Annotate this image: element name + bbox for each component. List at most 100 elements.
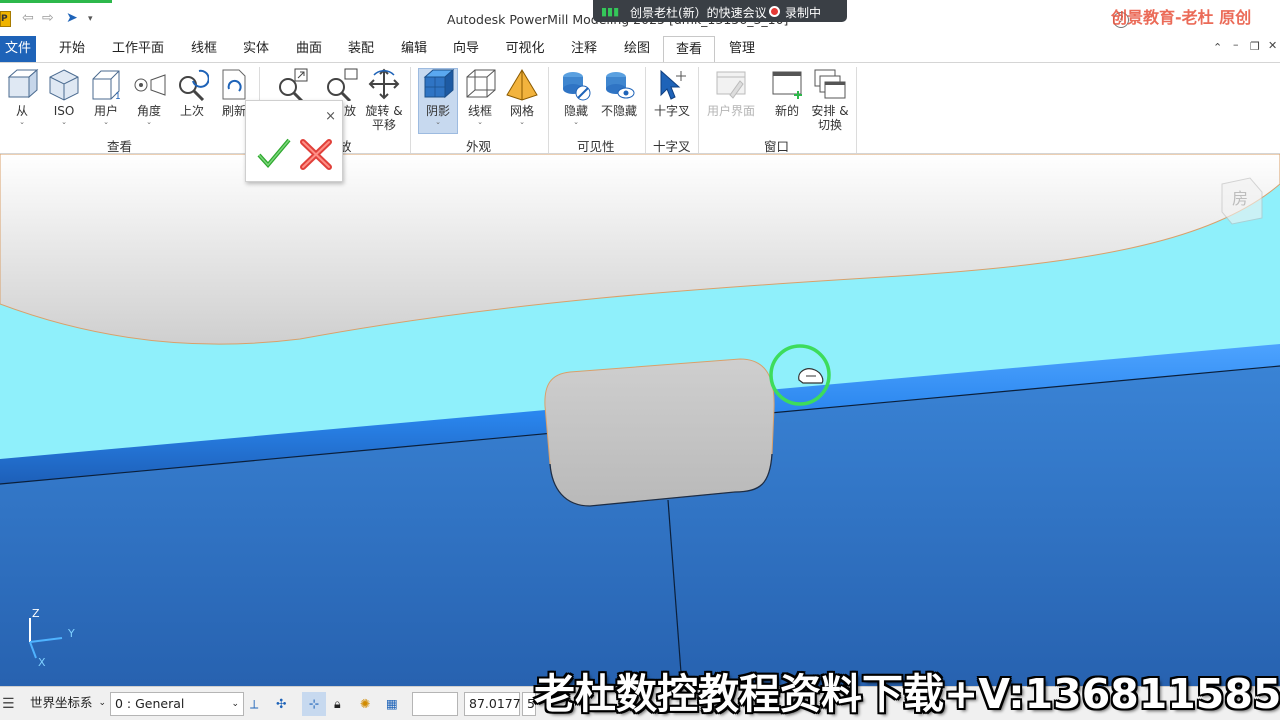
axis-toggle-icon[interactable]: ⊹ — [302, 692, 326, 716]
graphics-viewport[interactable]: 房 Z Y X — [0, 154, 1280, 686]
tab-drawing[interactable]: 绘图 — [619, 36, 655, 62]
mesh-pyramid-icon — [506, 69, 538, 101]
shaded-cube-icon — [423, 68, 455, 99]
meeting-bar[interactable]: ▮▮▮ 创景老杜(新）的快速会议 录制中 — [593, 0, 847, 22]
ribbon-tabs: 文件 开始 工作平面 线框 实体 曲面 装配 编辑 向导 可视化 注释 绘图 查… — [0, 36, 1280, 63]
status-menu-icon[interactable]: ☰ — [2, 692, 22, 716]
separator — [856, 67, 857, 153]
powermill-window: P ⇦ ⇨ ➤ ▾ Autodesk PowerMill Modeling 20… — [0, 0, 1280, 720]
snap-icon[interactable]: ⟂ — [250, 692, 258, 716]
zoom-previous-icon — [179, 69, 209, 101]
user-interface-icon — [716, 71, 746, 99]
zoom-fit-button[interactable] — [274, 67, 310, 101]
wireframe-button[interactable]: 线框 ⌄ — [461, 67, 499, 126]
crosshair-label: 十字叉 — [653, 104, 690, 118]
arrange-label-line1: 安排 & — [811, 104, 849, 118]
shaded-button[interactable]: 阴影 ⌄ — [418, 67, 458, 126]
user-view-icon: 1 — [92, 70, 121, 101]
view-previous-label: 上次 — [179, 104, 204, 118]
tab-edit[interactable]: 编辑 — [396, 36, 432, 62]
ribbon-collapse-icon[interactable]: ⌃ — [1213, 41, 1222, 54]
coordinate-system-value: 世界坐标系 — [30, 695, 93, 710]
hide-eye-icon — [563, 72, 591, 101]
record-dot-icon — [769, 6, 780, 17]
layer-value: 0 : General — [115, 696, 185, 711]
new-window-label: 新的 — [774, 104, 799, 118]
close-icon[interactable]: ✕ — [1268, 39, 1277, 52]
gray-boss[interactable] — [544, 358, 775, 507]
mesh-button[interactable]: 网格 ⌄ — [503, 67, 541, 126]
crosshair-button[interactable]: 十字叉 — [651, 67, 693, 118]
chevron-down-icon: ⌄ — [61, 118, 67, 126]
tab-annotate[interactable]: 注释 — [566, 36, 602, 62]
arrange-windows-icon — [814, 69, 846, 99]
tab-file[interactable]: 文件 — [0, 36, 36, 62]
tab-wireframe[interactable]: 线框 — [186, 36, 222, 62]
rotate-pan-button[interactable]: 旋转 & 平移 — [362, 67, 406, 132]
view-user-button[interactable]: 1 用户 ⌄ — [88, 67, 124, 126]
unhide-eye-icon — [606, 72, 635, 99]
layer-select[interactable]: 0 : General ⌄ — [110, 692, 244, 716]
model-canvas[interactable]: 房 Z Y X — [0, 154, 1280, 686]
eye-camera-icon — [134, 74, 166, 96]
wireframe-cube-icon — [466, 69, 496, 98]
app-icon[interactable]: P — [0, 11, 11, 27]
tab-visualize[interactable]: 可视化 — [500, 36, 550, 62]
signal-icon: ▮▮▮ — [601, 5, 620, 18]
view-user-label: 用户 — [93, 104, 118, 118]
chevron-down-icon: ⌄ — [477, 118, 483, 126]
unhide-button[interactable]: 不隐藏 — [598, 67, 640, 118]
value-field[interactable]: 87.0177 — [464, 692, 521, 716]
quick-access-dropdown-icon[interactable]: ▾ — [88, 14, 93, 24]
tab-home[interactable]: 开始 — [52, 36, 92, 62]
view-iso-button[interactable]: ISO ⌄ — [46, 67, 82, 126]
arrange-switch-button[interactable]: 安排 & 切换 — [808, 67, 852, 132]
view-from-label: 从 — [15, 104, 28, 118]
view-cube-icon[interactable]: 房 — [1221, 177, 1263, 225]
view-iso-label: ISO — [53, 104, 75, 118]
coordinate-system-select[interactable]: 世界坐标系 ⌄ — [26, 692, 108, 716]
chevron-down-icon: ⌄ — [573, 118, 579, 126]
unhide-label: 不隐藏 — [600, 104, 637, 118]
confirm-popup: × — [245, 100, 343, 182]
title-bar: P ⇦ ⇨ ➤ ▾ Autodesk PowerMill Modeling 20… — [0, 0, 1280, 36]
view-angle-button[interactable]: 角度 ⌄ — [130, 67, 168, 126]
group-appearance-label: 外观 — [466, 139, 492, 154]
overlay-caption: 老杜数控教程资料下载+V:13681158505 — [534, 670, 1280, 718]
restore-icon[interactable]: ❐ — [1250, 40, 1260, 53]
workplane-snap-icon[interactable]: ✣ — [276, 692, 286, 716]
redo-icon[interactable]: ⇨ — [42, 10, 54, 26]
tab-assembly[interactable]: 装配 — [343, 36, 379, 62]
chevron-down-icon: ⌄ — [103, 118, 109, 126]
user-interface-label: 用户界面 — [706, 104, 755, 118]
separator — [698, 67, 699, 153]
accept-check-icon[interactable] — [256, 137, 292, 171]
new-window-button[interactable]: 新的 — [768, 67, 806, 118]
user-interface-button[interactable]: 用户界面 — [704, 67, 758, 118]
tab-solid[interactable]: 实体 — [238, 36, 274, 62]
tab-wizard[interactable]: 向导 — [448, 36, 484, 62]
empty-field[interactable] — [412, 692, 458, 716]
svg-text:房: 房 — [1232, 189, 1248, 208]
light-icon[interactable]: ✺ — [360, 692, 370, 716]
select-cursor-icon[interactable]: ➤ — [66, 10, 78, 26]
tab-view[interactable]: 查看 — [663, 36, 715, 63]
grid-icon[interactable]: ▦ — [386, 692, 398, 716]
hide-label: 隐藏 — [563, 104, 588, 118]
view-previous-button[interactable]: 上次 — [174, 67, 210, 118]
cancel-x-icon[interactable] — [298, 137, 334, 171]
minimize-icon[interactable]: – — [1233, 38, 1239, 51]
rotate-label-line2: 平移 — [371, 118, 396, 132]
chevron-down-icon: ⌄ — [231, 699, 239, 709]
tab-surface[interactable]: 曲面 — [291, 36, 327, 62]
lock-icon[interactable]: 🔒︎ — [334, 692, 341, 716]
tab-manage[interactable]: 管理 — [724, 36, 760, 62]
shaded-label: 阴影 — [425, 104, 450, 118]
view-from-button[interactable]: 从 ⌄ — [4, 67, 40, 126]
chevron-down-icon: ⌄ — [19, 118, 25, 126]
undo-icon[interactable]: ⇦ — [22, 10, 34, 26]
tab-workplane[interactable]: 工作平面 — [108, 36, 168, 62]
hide-button[interactable]: 隐藏 ⌄ — [558, 67, 594, 126]
popup-close-icon[interactable]: × — [325, 109, 336, 124]
iso-cube-icon — [49, 69, 79, 101]
